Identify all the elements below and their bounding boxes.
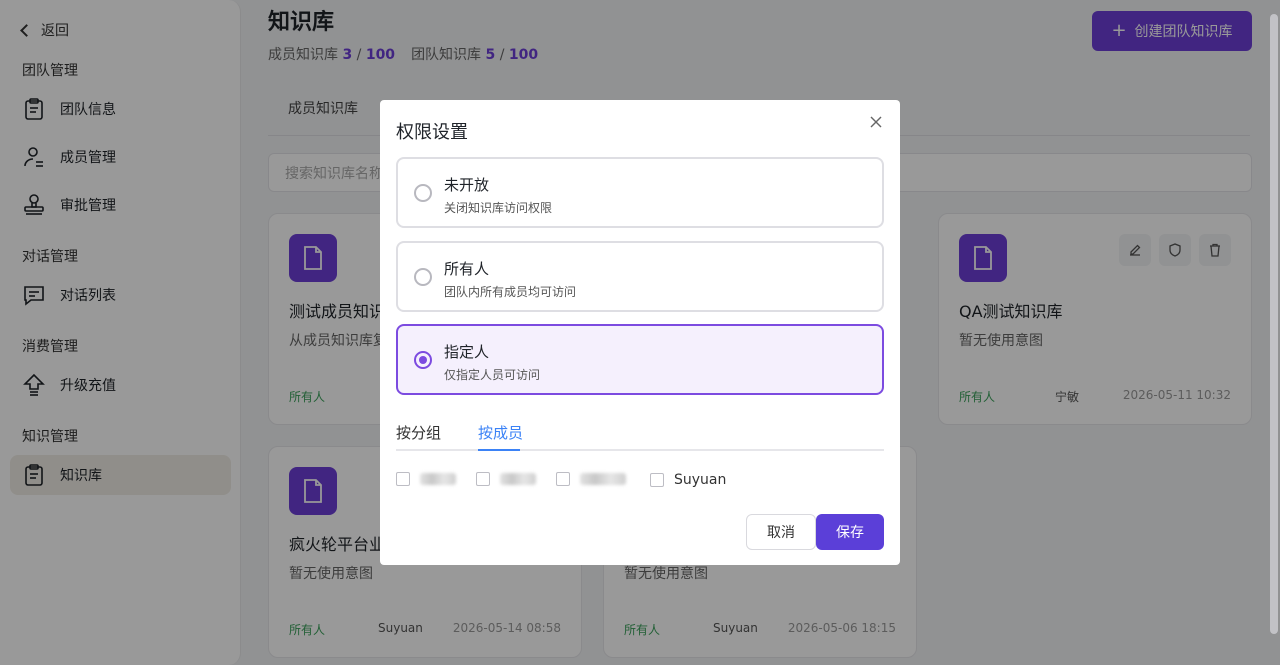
redacted-name — [500, 473, 536, 485]
checkbox[interactable] — [556, 472, 570, 486]
checkbox[interactable] — [396, 472, 410, 486]
close-icon[interactable] — [868, 114, 884, 130]
radio-button[interactable] — [414, 184, 432, 202]
page-scrollbar[interactable] — [1270, 14, 1278, 634]
assign-tabs: 按分组 按成员 — [396, 418, 884, 451]
option-description: 仅指定人员可访问 — [444, 368, 541, 382]
option-title: 指定人 — [444, 343, 490, 361]
option-title: 所有人 — [444, 260, 490, 278]
option-description: 关闭知识库访问权限 — [444, 201, 553, 215]
redacted-name — [420, 473, 456, 485]
permission-option-everyone[interactable]: 所有人 团队内所有成员均可访问 — [396, 241, 884, 312]
save-button[interactable]: 保存 — [816, 514, 884, 550]
cancel-button[interactable]: 取消 — [746, 514, 816, 550]
permission-dialog: 权限设置 未开放 关闭知识库访问权限 所有人 团队内所有成员均可访问 指定人 仅… — [380, 100, 900, 565]
permission-option-specified[interactable]: 指定人 仅指定人员可访问 — [396, 324, 884, 395]
tab-by-group[interactable]: 按分组 — [396, 422, 441, 443]
member-name: Suyuan — [674, 472, 727, 488]
active-tab-indicator — [478, 449, 520, 451]
radio-button[interactable] — [414, 268, 432, 286]
member-checkbox-item[interactable] — [556, 472, 626, 486]
member-checkbox-item[interactable]: Suyuan — [650, 472, 726, 488]
member-checkbox-item[interactable] — [476, 472, 536, 486]
dialog-title: 权限设置 — [396, 122, 468, 143]
option-title: 未开放 — [444, 176, 490, 194]
member-checkbox-item[interactable] — [396, 472, 456, 486]
option-description: 团队内所有成员均可访问 — [444, 285, 577, 299]
redacted-name — [580, 473, 626, 485]
checkbox[interactable] — [650, 473, 664, 487]
checkbox[interactable] — [476, 472, 490, 486]
tab-by-member[interactable]: 按成员 — [478, 422, 523, 443]
radio-button-selected[interactable] — [414, 351, 432, 369]
permission-option-closed[interactable]: 未开放 关闭知识库访问权限 — [396, 157, 884, 228]
